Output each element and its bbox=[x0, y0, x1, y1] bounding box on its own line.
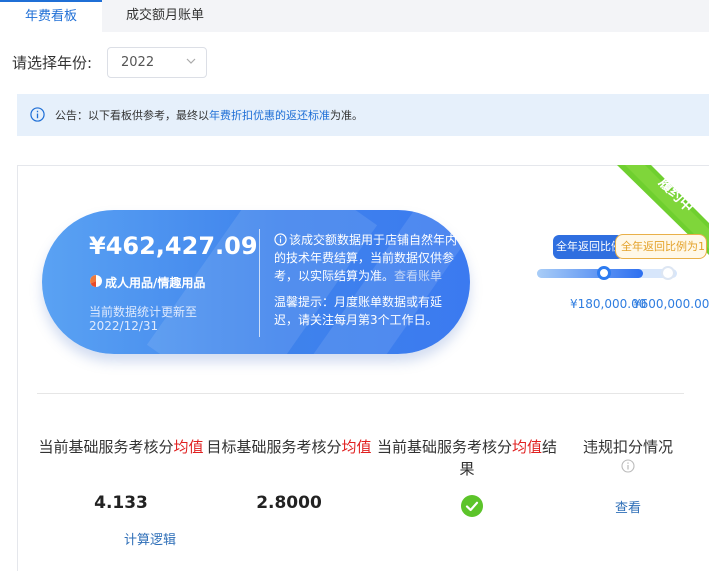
data-updated-date: 2022/12/31 bbox=[89, 319, 159, 333]
rebate-progress-fill bbox=[537, 269, 643, 278]
metric-value-current-score: 4.133 bbox=[94, 493, 148, 513]
check-circle-icon bbox=[461, 495, 483, 517]
calculation-logic-link[interactable]: 计算逻辑 bbox=[37, 529, 263, 548]
annual-gmv-amount: ¥462,427.09 bbox=[89, 232, 258, 260]
year-select-value: 2022 bbox=[121, 55, 155, 70]
rebate-tag-next: 全年返回比例为1 bbox=[615, 234, 707, 259]
year-select[interactable]: 2022 bbox=[107, 47, 207, 78]
notice-banner: 公告：以下看板供参考，最终以年费折扣优惠的返还标准为准。 bbox=[17, 94, 709, 136]
delay-tip: 温馨提示：月度账单数据或有延迟，请关注每月第3个工作日。 bbox=[274, 295, 443, 327]
data-updated-label: 当前数据统计更新至 bbox=[89, 305, 198, 319]
shop-category: 成人用品/情趣用品 bbox=[105, 276, 206, 290]
chevron-down-icon bbox=[186, 58, 196, 64]
pie-chart-icon bbox=[90, 275, 102, 287]
tab-annual-fee-board[interactable]: 年费看板 bbox=[0, 0, 102, 32]
metric-title-target-score: 目标基础服务考核分均值 bbox=[206, 438, 372, 456]
notice-text: 公告：以下看板供参考，最终以年费折扣优惠的返还标准为准。 bbox=[55, 109, 363, 122]
view-violations-link[interactable]: 查看 bbox=[575, 497, 681, 516]
metric-title-current-score: 当前基础服务考核分均值 bbox=[38, 438, 204, 456]
metric-title-score-result: 当前基础服务考核分均值结果 bbox=[376, 438, 558, 478]
card-divider bbox=[259, 229, 260, 337]
rebate-tag-reached: 全年返回比例 bbox=[553, 235, 623, 259]
rebate-standard-link[interactable]: 年费折扣优惠的返还标准 bbox=[209, 109, 330, 122]
metric-title-violation: 违规扣分情况 bbox=[582, 438, 673, 456]
tab-bar: 年费看板 成交额月账单 bbox=[0, 0, 709, 32]
view-bill-link[interactable]: 查看账单 bbox=[394, 269, 442, 283]
help-icon[interactable] bbox=[621, 459, 635, 473]
threshold-marker-reached bbox=[597, 266, 611, 280]
info-icon bbox=[30, 107, 45, 122]
threshold-marker-next bbox=[661, 266, 675, 280]
metric-value-target-score: 2.8000 bbox=[256, 493, 322, 513]
threshold-amount-2: ¥600,000.00 bbox=[633, 297, 709, 311]
section-divider bbox=[37, 393, 684, 394]
gmv-note: 该成交额数据用于店铺自然年内的技术年费结算，当前数据仅供参考，以实际结算为准。查… bbox=[274, 233, 458, 283]
tab-monthly-bill[interactable]: 成交额月账单 bbox=[102, 0, 228, 32]
year-filter-label: 请选择年份: bbox=[12, 54, 93, 72]
